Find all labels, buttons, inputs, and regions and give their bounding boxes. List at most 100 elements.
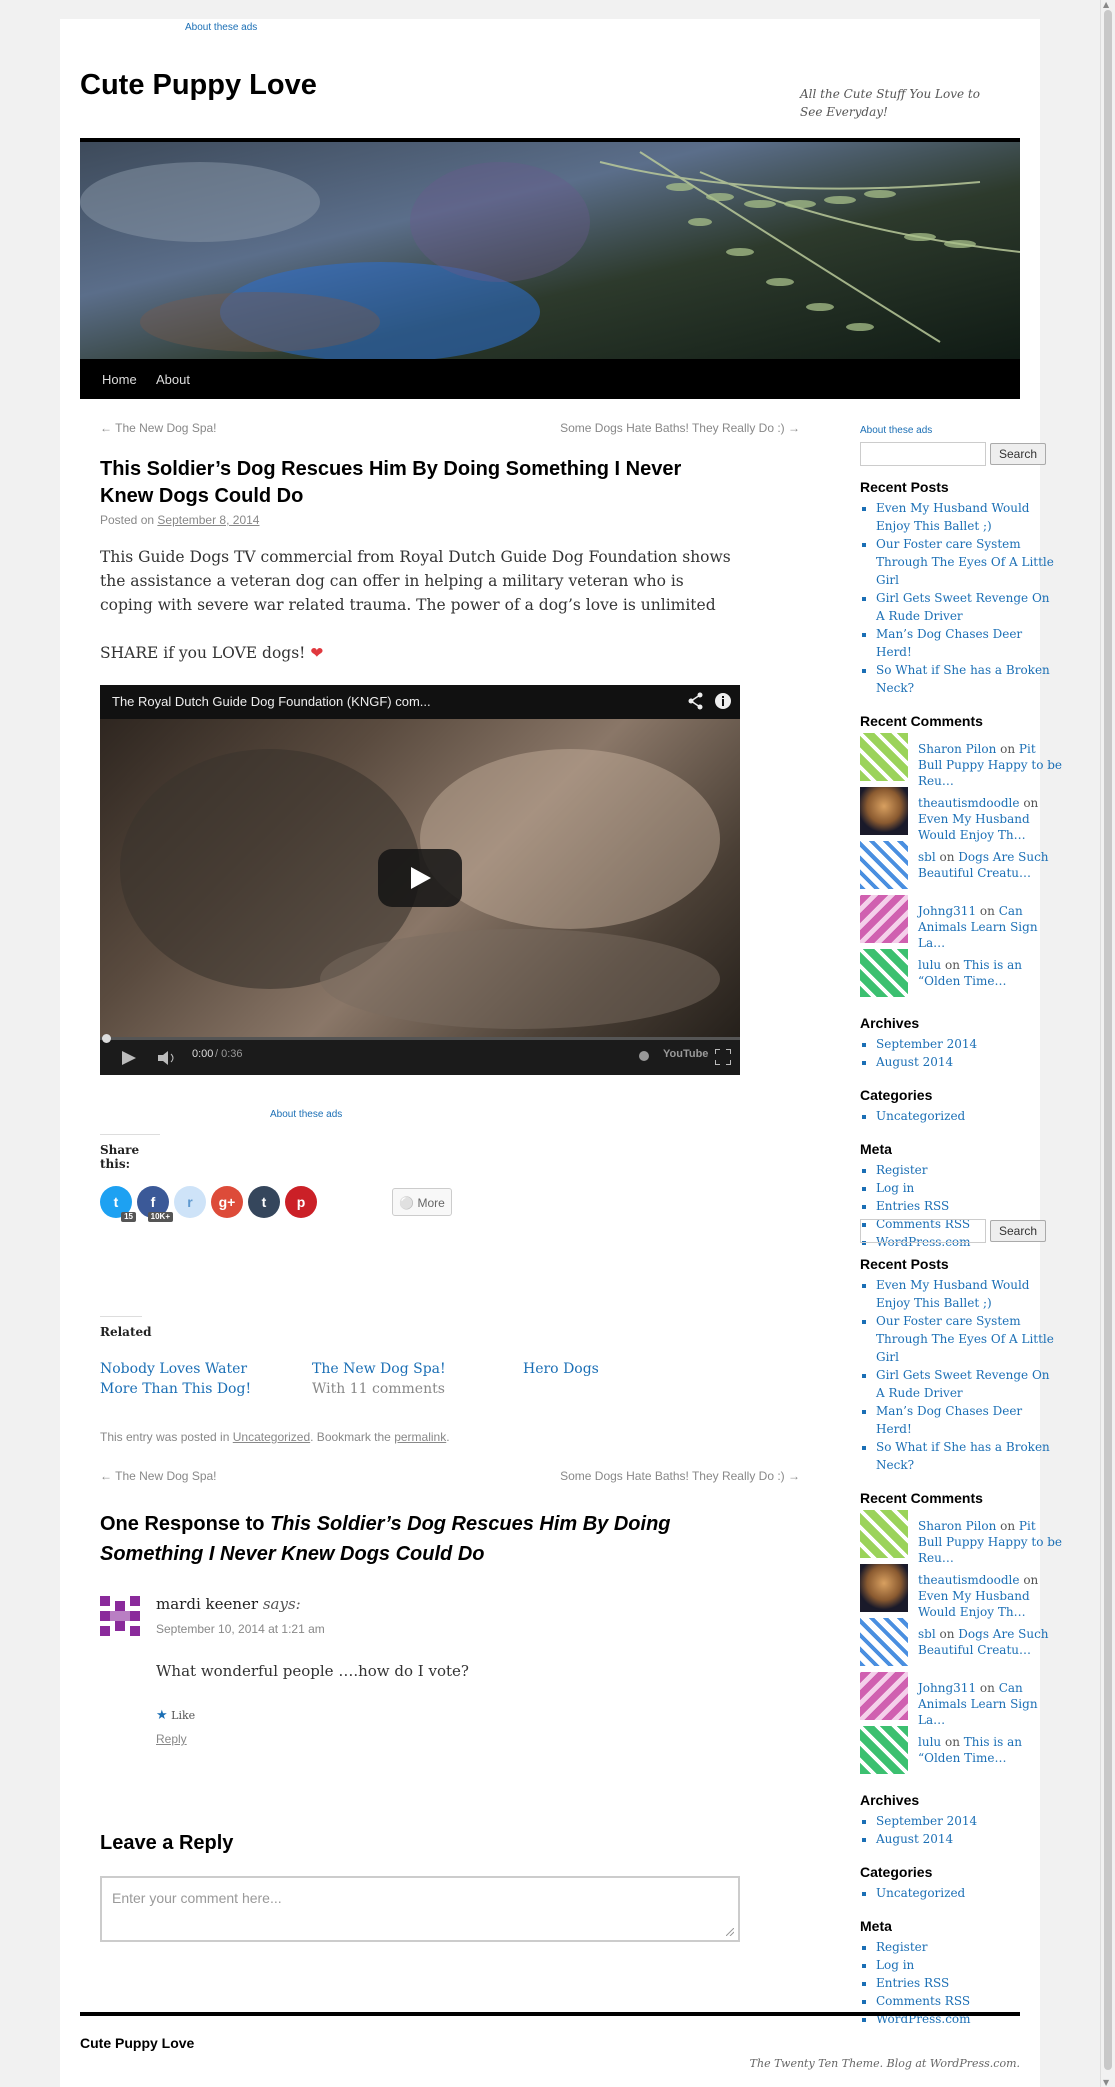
google-plus-share-button[interactable]: g+ [211,1186,243,1218]
related-item-1[interactable]: Nobody Loves Water More Than This Dog! [100,1359,270,1399]
permalink-link[interactable]: permalink [394,1430,446,1444]
video-title[interactable]: The Royal Dutch Guide Dog Foundation (KN… [112,694,431,709]
youtube-logo[interactable]: YouTube [663,1048,708,1060]
comment-author-link[interactable]: Johng311 [918,1681,976,1695]
comment-author-link[interactable]: sbl [918,850,936,864]
pinterest-share-button[interactable]: p [285,1186,317,1218]
archive-item[interactable]: September 2014 [876,1035,1060,1053]
recent-post-item[interactable]: Even My Husband Would Enjoy This Ballet … [876,1276,1060,1312]
share-icon[interactable] [688,692,704,710]
comment-author-link[interactable]: theautismdoodle [918,1573,1019,1587]
comment-post-link[interactable]: Dogs Are Such Beautiful Creatu… [918,850,1049,880]
comment-post-link[interactable]: Even My Husband Would Enjoy Th… [918,812,1030,842]
fullscreen-icon[interactable] [715,1049,731,1065]
meta-item[interactable]: Log in [876,1956,1060,1974]
archive-item[interactable]: August 2014 [876,1053,1060,1071]
meta-item[interactable]: Register [876,1938,1060,1956]
about-ads-link-sidebar[interactable]: About these ads [860,425,932,436]
related-heading: Related [100,1316,152,1339]
site-title[interactable]: Cute Puppy Love [80,69,317,102]
search-input[interactable] [860,442,986,466]
avatar [860,841,908,889]
avatar [860,895,908,943]
meta-heading: Meta [860,1141,892,1157]
prev-post-link[interactable]: ← The New Dog Spa! [100,421,217,435]
comment-date[interactable]: September 10, 2014 at 1:21 am [156,1622,325,1636]
recent-posts-list: Even My Husband Would Enjoy This Ballet … [860,499,1060,697]
recent-post-item[interactable]: So What if She has a Broken Neck? [876,1438,1060,1474]
recent-post-item[interactable]: Girl Gets Sweet Revenge On A Rude Driver [876,1366,1060,1402]
meta-item[interactable]: Register [876,1161,1060,1179]
comment-post-link[interactable]: Dogs Are Such Beautiful Creatu… [918,1627,1049,1657]
comment-textarea[interactable]: Enter your comment here... [100,1876,740,1942]
comment-author[interactable]: mardi keener [156,1595,258,1613]
reply-link[interactable]: Reply [156,1732,187,1746]
comment-says: says: [262,1595,301,1613]
volume-icon[interactable] [158,1051,176,1065]
facebook-share-button[interactable]: f 10K+ [137,1186,173,1222]
about-ads-link-content[interactable]: About these ads [270,1109,342,1120]
footer-credit[interactable]: The Twenty Ten Theme. Blog at WordPress.… [620,2057,1020,2070]
page-wrapper: About these ads Cute Puppy Love All the … [60,19,1062,2087]
share-more-button[interactable]: ⚪ More [392,1188,452,1216]
about-ads-link-top[interactable]: About these ads [185,22,257,33]
related-item-3[interactable]: Hero Dogs [523,1359,693,1379]
category-item[interactable]: Uncategorized [876,1107,1060,1125]
nav-home[interactable]: Home [102,372,137,387]
tumblr-share-button[interactable]: t [248,1186,280,1218]
category-item[interactable]: Uncategorized [876,1884,1060,1902]
recent-post-item[interactable]: So What if She has a Broken Neck? [876,661,1060,697]
recent-post-item[interactable]: Man’s Dog Chases Deer Herd! [876,1402,1060,1438]
category-link[interactable]: Uncategorized [233,1430,310,1444]
sidebar-2: Search Recent Posts Even My Husband Woul… [860,1219,1062,2028]
comment-post-link[interactable]: Even My Husband Would Enjoy Th… [918,1589,1030,1619]
next-post-link-bottom[interactable]: Some Dogs Hate Baths! They Really Do :) … [500,1469,800,1483]
related-item-title[interactable]: Nobody Loves Water More Than This Dog! [100,1361,251,1397]
resize-handle-icon[interactable] [726,1928,734,1936]
search-input-2[interactable] [860,1219,986,1243]
recent-post-item[interactable]: Our Foster care System Through The Eyes … [876,535,1060,589]
prev-post-link-bottom[interactable]: ← The New Dog Spa! [100,1469,217,1483]
related-item-title[interactable]: Hero Dogs [523,1361,599,1377]
meta-item[interactable]: Entries RSS [876,1197,1060,1215]
related-item-2[interactable]: The New Dog Spa! With 11 comments [312,1359,482,1399]
comment-author-link[interactable]: lulu [918,958,941,972]
archive-item[interactable]: September 2014 [876,1812,1060,1830]
like-button[interactable]: ★ Like [156,1708,195,1723]
scroll-up-icon[interactable]: ▲ [1103,0,1109,9]
progress-handle[interactable] [102,1034,111,1043]
comment-author-link[interactable]: theautismdoodle [918,796,1019,810]
post-date-link[interactable]: September 8, 2014 [157,513,259,527]
footer-site-title[interactable]: Cute Puppy Love [80,2035,194,2051]
twitter-share-button[interactable]: t 15 [100,1186,136,1222]
search-button-2[interactable]: Search [990,1220,1047,1242]
meta-item[interactable]: Log in [876,1179,1060,1197]
recent-post-item[interactable]: Even My Husband Would Enjoy This Ballet … [876,499,1060,535]
comment-author-link[interactable]: Sharon Pilon [918,742,996,756]
comment-author-link[interactable]: lulu [918,1735,941,1749]
scrollbar-thumb[interactable] [1104,10,1112,2070]
reddit-share-button[interactable]: r [174,1186,206,1218]
scroll-down-icon[interactable]: ▼ [1103,2078,1109,2087]
comment-author-link[interactable]: Sharon Pilon [918,1519,996,1533]
search-button[interactable]: Search [990,443,1047,465]
recent-post-item[interactable]: Our Foster care System Through The Eyes … [876,1312,1060,1366]
recent-post-item[interactable]: Girl Gets Sweet Revenge On A Rude Driver [876,589,1060,625]
play-button-large[interactable] [378,849,462,907]
recent-post-item[interactable]: Man’s Dog Chases Deer Herd! [876,625,1060,661]
comment-author-link[interactable]: Johng311 [918,904,976,918]
related-item-title[interactable]: The New Dog Spa! [312,1361,446,1377]
archive-item[interactable]: August 2014 [876,1830,1060,1848]
nav-about[interactable]: About [156,372,190,387]
play-icon[interactable] [122,1051,136,1065]
next-post-link[interactable]: Some Dogs Hate Baths! They Really Do :) … [500,421,800,435]
video-player[interactable]: The Royal Dutch Guide Dog Foundation (KN… [100,685,740,1075]
progress-bar[interactable] [100,1037,740,1040]
comment-author-link[interactable]: sbl [918,1627,936,1641]
info-icon[interactable] [714,692,732,710]
meta-item[interactable]: Comments RSS [876,1992,1060,2010]
page-scrollbar[interactable]: ▲ ▼ [1100,0,1115,2087]
annotations-icon[interactable] [638,1050,650,1062]
meta-item[interactable]: Entries RSS [876,1974,1060,1992]
comment-author-line: mardi keener says: [156,1595,301,1613]
